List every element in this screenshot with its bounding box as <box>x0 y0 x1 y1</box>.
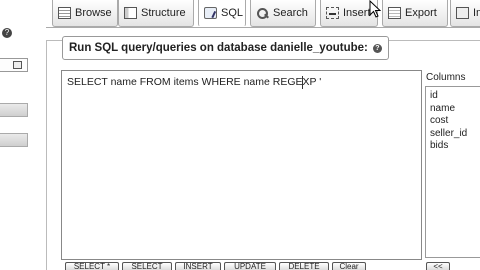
search-icon <box>256 7 269 19</box>
tab-label: SQL <box>221 7 244 19</box>
insert-button[interactable]: INSERT <box>175 262 221 270</box>
update-button[interactable]: UPDATE <box>224 262 276 270</box>
delete-button[interactable]: DELETE <box>279 262 329 270</box>
tab-label: Search <box>273 7 308 19</box>
tab-label: Browse <box>75 7 112 19</box>
sidebar-button[interactable] <box>0 103 28 117</box>
tab-search[interactable]: Search <box>250 0 316 27</box>
tab-structure[interactable]: Structure <box>118 0 194 27</box>
insert-icon <box>326 7 339 19</box>
select-star-button[interactable]: SELECT * <box>65 262 119 270</box>
text-caret <box>302 76 303 89</box>
column-option-seller-id[interactable]: seller_id <box>426 128 480 141</box>
clear-button[interactable]: Clear <box>332 262 366 270</box>
tab-label: Insert <box>343 7 371 19</box>
column-option-bids[interactable]: bids <box>426 140 480 153</box>
export-icon <box>388 7 401 19</box>
column-option-id[interactable]: id <box>426 90 480 103</box>
tab-import[interactable]: Im <box>450 0 480 27</box>
help-icon[interactable]: ? <box>372 43 382 53</box>
tab-label: Structure <box>141 7 186 19</box>
tab-sql[interactable]: SQL <box>198 0 246 27</box>
sql-icon <box>204 7 217 19</box>
select-button[interactable]: SELECT <box>122 262 172 270</box>
structure-icon <box>124 7 137 19</box>
sql-query-textarea[interactable] <box>61 70 422 260</box>
sidebar-button[interactable] <box>0 133 28 147</box>
tab-label: Export <box>405 7 437 19</box>
tab-browse[interactable]: Browse <box>52 0 118 27</box>
columns-label: Columns <box>426 72 466 83</box>
query-legend-text: Run SQL query/queries on database daniel… <box>69 42 368 54</box>
left-sidebar: ? <box>0 0 30 270</box>
columns-list[interactable]: id name cost seller_id bids <box>425 86 480 258</box>
tab-export[interactable]: Export <box>382 0 448 27</box>
browse-icon <box>58 7 71 19</box>
column-option-cost[interactable]: cost <box>426 115 480 128</box>
window-icon <box>13 61 22 69</box>
column-option-name[interactable]: name <box>426 103 480 116</box>
insert-column-button[interactable]: << <box>426 262 450 270</box>
tab-label: Im <box>473 7 480 19</box>
mouse-pointer-icon <box>369 0 381 18</box>
query-legend: Run SQL query/queries on database daniel… <box>62 36 389 60</box>
sidebar-select[interactable] <box>0 58 28 72</box>
help-icon[interactable]: ? <box>2 28 12 38</box>
import-icon <box>456 7 469 19</box>
tab-bar: Browse Structure SQL Search Insert Expor… <box>46 0 480 28</box>
phpmyadmin-window: ? Browse Structure SQL Search Insert Exp… <box>0 0 480 270</box>
